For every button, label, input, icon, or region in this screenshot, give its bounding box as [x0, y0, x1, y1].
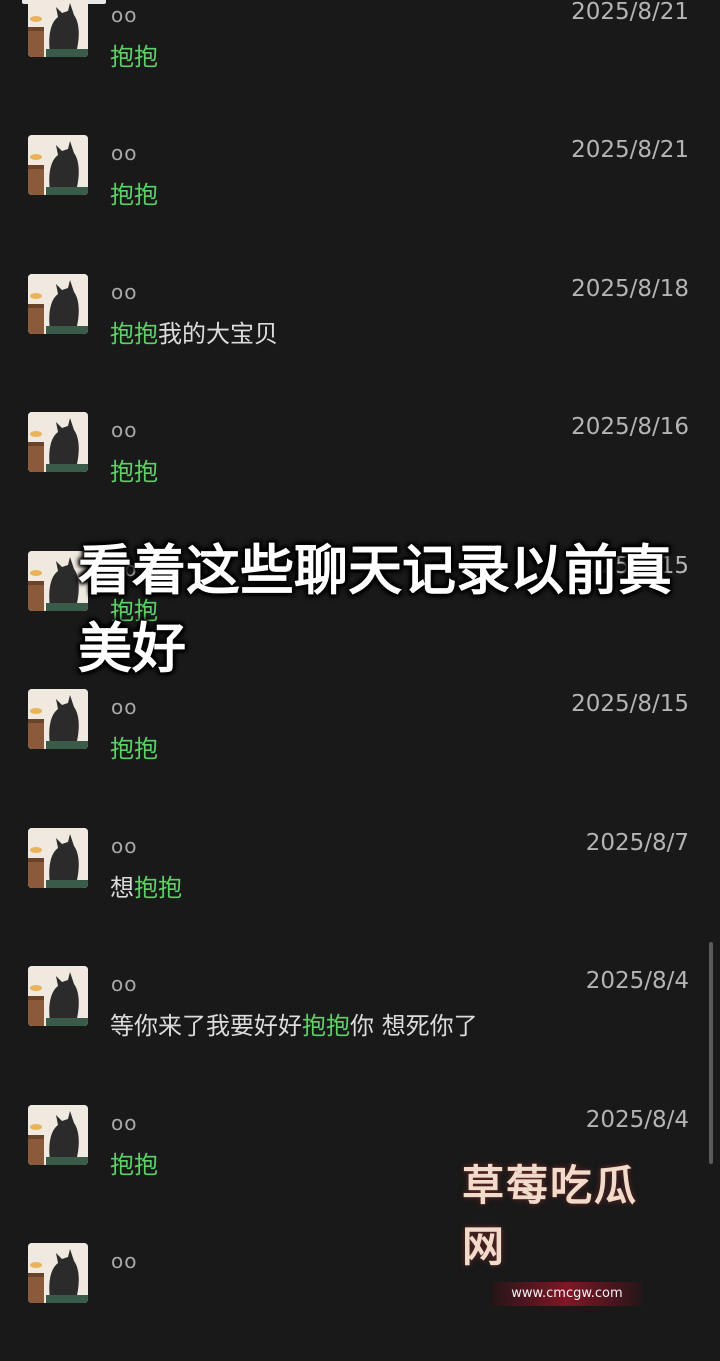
keyword-highlight: 抱抱 — [110, 43, 158, 71]
keyword-highlight: 抱抱 — [110, 735, 158, 763]
keyword-highlight: 抱抱 — [302, 1012, 350, 1040]
sender-name: oo — [111, 972, 138, 996]
avatar[interactable] — [28, 274, 88, 334]
avatar[interactable] — [28, 1243, 88, 1303]
message-date: 2025/8/21 — [571, 0, 689, 25]
cat-avatar-icon — [28, 1243, 88, 1303]
message-preview: 等你来了我要好好抱抱你 想死你了 — [110, 1006, 478, 1041]
list-item[interactable]: oo 2025/8/15 抱抱 — [0, 669, 720, 807]
avatar[interactable] — [28, 689, 88, 749]
message-text: 我的大宝贝 — [158, 320, 278, 348]
watermark-url: www.cmcgw.com — [492, 1282, 642, 1306]
avatar[interactable] — [28, 966, 88, 1026]
sender-name: oo — [111, 418, 138, 442]
sender-name: oo — [111, 3, 138, 27]
message-preview: 抱抱 — [110, 729, 158, 764]
keyword-highlight: 抱抱 — [110, 458, 158, 486]
message-date: 2025/8/21 — [571, 137, 689, 163]
keyword-highlight: 抱抱 — [110, 320, 158, 348]
cat-avatar-icon — [28, 135, 88, 195]
message-date: 2025/8/16 — [571, 414, 689, 440]
message-preview: 抱抱 — [110, 452, 158, 487]
message-date: 2025/8/4 — [585, 968, 689, 994]
sender-name: oo — [111, 280, 138, 304]
message-text: 你 想死你了 — [350, 1012, 478, 1040]
cat-avatar-icon — [28, 0, 88, 57]
message-date: 2025/8/18 — [571, 276, 689, 302]
avatar[interactable] — [28, 412, 88, 472]
avatar[interactable] — [28, 0, 88, 57]
cat-avatar-icon — [28, 828, 88, 888]
message-preview: 抱抱 — [110, 1145, 158, 1180]
message-preview: 抱抱 — [110, 37, 158, 72]
message-date: 2025/8/4 — [585, 1107, 689, 1133]
list-item[interactable]: oo 2025/8/18 抱抱我的大宝贝 — [0, 254, 720, 392]
video-caption-overlay: 看着这些聊天记录以前真美好 — [78, 539, 672, 680]
watermark: 草莓吃瓜网 www.cmcgw.com — [462, 1152, 674, 1306]
cat-avatar-icon — [28, 274, 88, 334]
avatar[interactable] — [28, 828, 88, 888]
scrollbar[interactable] — [709, 942, 713, 1164]
message-date: 2025/8/7 — [585, 830, 689, 856]
cat-avatar-icon — [28, 412, 88, 472]
list-item[interactable]: oo 2025/8/21 抱抱 — [0, 115, 720, 253]
keyword-highlight: 抱抱 — [110, 181, 158, 209]
list-item[interactable]: oo 2025/8/16 抱抱 — [0, 392, 720, 530]
sender-name: oo — [111, 141, 138, 165]
message-preview: 想抱抱 — [110, 868, 182, 903]
list-item[interactable]: oo 2025/8/7 想抱抱 — [0, 808, 720, 946]
sender-name: oo — [111, 1249, 138, 1273]
keyword-highlight: 抱抱 — [134, 874, 182, 902]
list-item[interactable]: oo 2025/8/4 等你来了我要好好抱抱你 想死你了 — [0, 946, 720, 1084]
message-text: 想 — [110, 874, 134, 902]
message-text: 等你来了我要好好 — [110, 1012, 302, 1040]
message-preview: 抱抱我的大宝贝 — [110, 314, 278, 349]
avatar[interactable] — [28, 135, 88, 195]
message-date: 2025/8/15 — [571, 691, 689, 717]
cat-avatar-icon — [28, 1105, 88, 1165]
sender-name: oo — [111, 1111, 138, 1135]
cat-avatar-icon — [28, 966, 88, 1026]
sender-name: oo — [111, 695, 138, 719]
sender-name: oo — [111, 834, 138, 858]
cat-avatar-icon — [28, 689, 88, 749]
list-item[interactable]: oo 2025/8/21 抱抱 — [0, 0, 720, 115]
keyword-highlight: 抱抱 — [110, 1151, 158, 1179]
message-preview: 抱抱 — [110, 175, 158, 210]
avatar[interactable] — [28, 1105, 88, 1165]
watermark-title: 草莓吃瓜网 — [462, 1161, 639, 1271]
